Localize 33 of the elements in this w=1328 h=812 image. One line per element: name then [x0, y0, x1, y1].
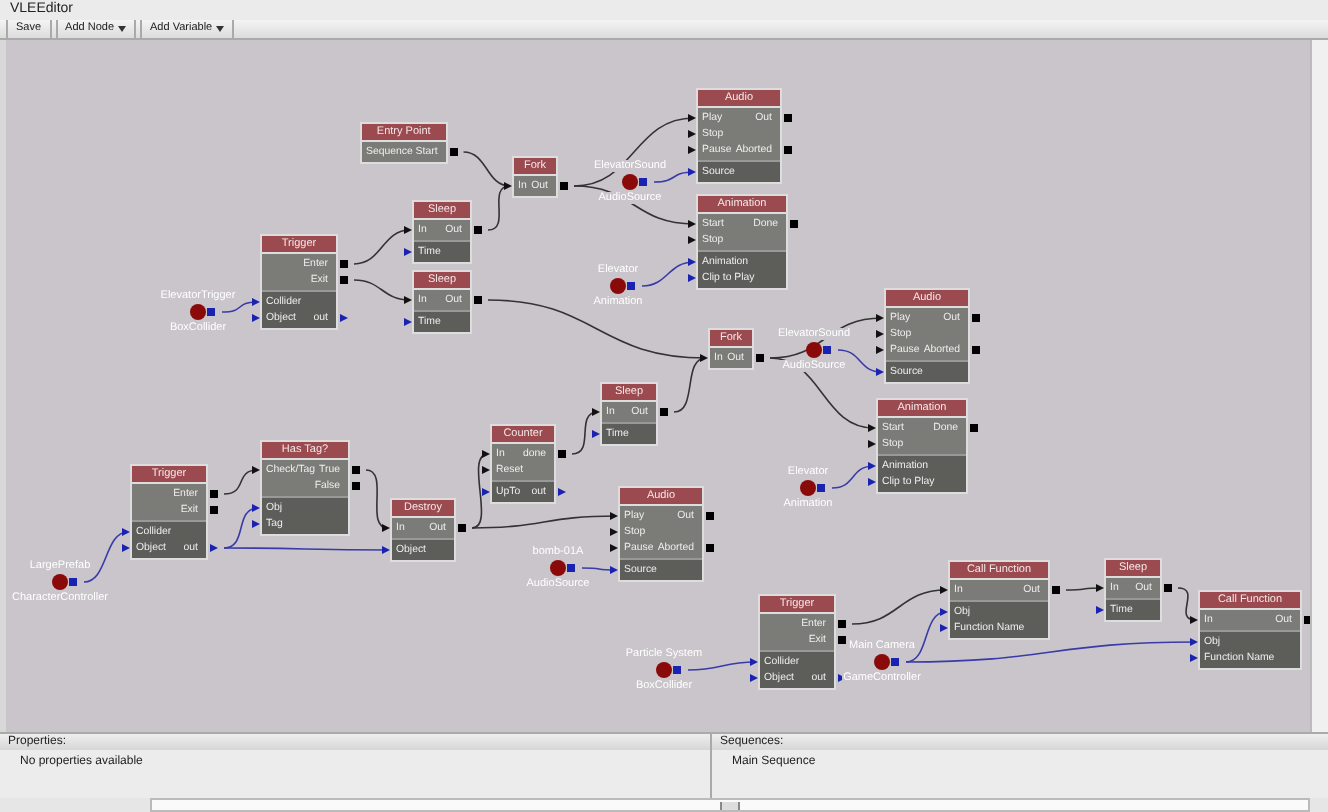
variable-icon[interactable]: [656, 661, 682, 678]
variable-icon[interactable]: [622, 173, 648, 190]
output-port-icon[interactable]: [706, 543, 714, 552]
output-port-icon[interactable]: [706, 511, 714, 520]
output-port-icon[interactable]: [558, 449, 566, 458]
output-port-icon[interactable]: [972, 313, 980, 322]
graph-canvas[interactable]: [0, 39, 1310, 733]
output-port-icon[interactable]: [474, 225, 482, 234]
scrollbar-thumb[interactable]: [720, 801, 740, 810]
caret-icon: [118, 25, 127, 32]
output-port-icon[interactable]: [972, 345, 980, 354]
output-port-icon[interactable]: [560, 181, 568, 190]
variable-icon[interactable]: [52, 573, 78, 590]
horizontal-scrollbar[interactable]: [150, 798, 1310, 812]
output-port-icon[interactable]: [784, 145, 792, 154]
variable-icon[interactable]: [550, 559, 576, 576]
variable-icon[interactable]: [806, 341, 832, 358]
variable-icon[interactable]: [190, 303, 216, 320]
variable-icon[interactable]: [610, 277, 636, 294]
output-port-icon[interactable]: [1164, 583, 1172, 592]
output-port-icon[interactable]: [970, 423, 978, 432]
output-port-icon[interactable]: [458, 523, 466, 532]
variable-icon[interactable]: [800, 479, 826, 496]
output-port-icon[interactable]: [449, 147, 458, 156]
output-port-icon[interactable]: [784, 113, 792, 122]
output-port-icon[interactable]: [790, 219, 798, 228]
caret-icon: [216, 25, 225, 32]
output-port-icon[interactable]: [756, 353, 764, 362]
vertical-scrollbar[interactable]: [1310, 39, 1328, 733]
output-port-icon[interactable]: [660, 407, 668, 416]
output-port-icon[interactable]: [474, 295, 482, 304]
output-port-icon[interactable]: [1052, 585, 1060, 594]
variable-icon[interactable]: [874, 653, 900, 670]
